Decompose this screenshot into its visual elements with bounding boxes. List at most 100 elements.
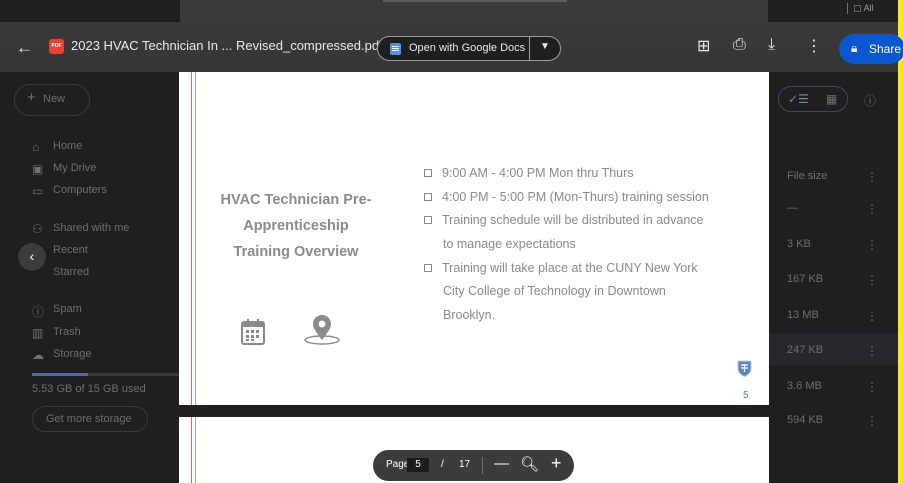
bullet-text: 4:00 PM - 5:00 PM (Mon-Thurs) training s… (442, 190, 709, 204)
pdf-file-icon: PDF (49, 39, 64, 54)
more-icon[interactable]: ⋮ (866, 202, 878, 216)
previous-file-button[interactable]: ‹ (18, 243, 46, 271)
more-icon[interactable]: ⋮ (866, 344, 878, 358)
share-label: Share (869, 42, 902, 56)
file-size: 594 KB (787, 414, 824, 426)
bullet-text: City College of Technology in Downtown (443, 284, 666, 298)
bullet-item: Training schedule will be distributed in… (424, 213, 704, 227)
dropdown-caret-icon[interactable]: ▼ (540, 41, 550, 52)
open-with-label: Open with Google Docs (409, 42, 526, 54)
bullet-text: to manage expectations (443, 237, 576, 251)
nav-recent[interactable]: Recent (53, 244, 88, 256)
checkbox-bullet-icon (424, 169, 432, 177)
file-size: 3.6 MB (787, 380, 822, 392)
nav-storage[interactable]: Storage (53, 348, 92, 360)
print-icon[interactable]: ⎙ (733, 36, 746, 54)
bullet-text: 9:00 AM - 4:00 PM Mon thru Thurs (442, 166, 634, 180)
get-storage-label: Get more storage (46, 413, 132, 425)
bullet-text: Training schedule will be distributed in… (442, 213, 704, 227)
previous-page-button-edge (383, 0, 567, 2)
file-size: — (787, 202, 798, 214)
bullet-text: Brooklyn. (443, 308, 496, 322)
more-icon[interactable]: ⋮ (866, 414, 878, 428)
more-actions-icon[interactable]: ⋮ (806, 36, 822, 56)
previous-page-edge (180, 0, 768, 22)
page-zoom-control: Page 5 / 17 — 🔍︎ + (373, 450, 574, 481)
file-size-header: File size (787, 170, 828, 182)
all-items-button[interactable]: │ ▢ All (845, 3, 874, 14)
bullet-item: Training will take place at the CUNY New… (424, 261, 698, 275)
folder-icon: │ ▢ (845, 3, 864, 13)
zoom-in-icon[interactable]: + (551, 453, 562, 474)
cloud-icon: ☁ (32, 348, 44, 362)
chevron-left-icon: ‹ (29, 248, 35, 264)
button-divider (529, 37, 530, 60)
nav-home[interactable]: Home (53, 140, 82, 152)
more-icon[interactable]: ⋮ (866, 380, 878, 394)
all-items-label: All (863, 3, 874, 13)
page-number: 5 (743, 390, 749, 401)
more-icon[interactable]: ⋮ (866, 309, 878, 323)
page-margin-line (195, 72, 196, 405)
location-pin-icon (304, 315, 340, 345)
shared-icon: ⚇ (32, 222, 43, 236)
open-with-google-docs-button[interactable]: Open with Google Docs ▼ (377, 36, 561, 61)
storage-used: 5.53 GB of 15 GB used (32, 383, 146, 395)
back-arrow-icon[interactable]: ← (16, 38, 33, 58)
file-size: 13 MB (787, 309, 819, 321)
share-button[interactable]: 🔒︎ Share (839, 34, 903, 64)
college-shield-logo (737, 360, 752, 377)
page-label: Page (386, 459, 410, 470)
current-page-input[interactable]: 5 (407, 458, 429, 472)
more-icon[interactable]: ⋮ (866, 273, 878, 287)
file-size: 247 KB (787, 344, 824, 356)
drive-icon: ▣ (32, 162, 44, 176)
page-margin-line (191, 72, 192, 405)
slide-title-line: HVAC Technician Pre- (220, 192, 372, 208)
slide-title-line: Training Overview (233, 244, 359, 260)
zoom-out-icon[interactable]: — (494, 455, 509, 472)
checkbox-bullet-icon (424, 193, 432, 201)
home-icon: ⌂ (32, 140, 40, 154)
zoom-divider (482, 457, 483, 474)
window-edge-highlight (898, 0, 903, 483)
storage-bar (32, 373, 182, 376)
list-view-icon: ✓☰ (788, 92, 809, 106)
bullet-text: Training will take place at the CUNY New… (442, 261, 698, 275)
download-icon[interactable]: ⤓ (768, 36, 775, 54)
grid-view-icon: ▦ (826, 92, 838, 106)
slide-title: HVAC Technician Pre- Apprenticeship Trai… (207, 187, 385, 265)
bullet-item: 9:00 AM - 4:00 PM Mon thru Thurs (424, 166, 634, 180)
storage-bar-fill (32, 373, 88, 376)
zoom-magnifier-icon[interactable]: 🔍︎ (520, 455, 539, 473)
more-icon[interactable]: ⋮ (866, 238, 878, 252)
more-icon[interactable]: ⋮ (866, 170, 878, 184)
page-margin-line (195, 417, 196, 483)
total-pages: 17 (459, 459, 471, 470)
nav-starred[interactable]: Starred (53, 266, 89, 278)
file-name: 2023 HVAC Technician In ... Revised_comp… (71, 38, 383, 53)
nav-computers[interactable]: Computers (53, 184, 107, 196)
nav-spam[interactable]: Spam (53, 303, 82, 315)
google-docs-icon (390, 43, 401, 55)
calendar-icon (241, 319, 265, 345)
plus-icon: + (27, 89, 36, 106)
page-separator: / (441, 459, 444, 470)
add-comment-icon[interactable]: ⊞ (697, 36, 710, 56)
new-button-label: New (43, 93, 66, 105)
file-size: 167 KB (787, 273, 824, 285)
file-size: 3 KB (787, 238, 811, 250)
trash-icon: ▥ (32, 326, 44, 340)
checkbox-bullet-icon (424, 264, 432, 272)
info-icon: ⓘ (864, 94, 877, 108)
nav-shared[interactable]: Shared with me (53, 222, 129, 234)
lock-icon: 🔒︎ (851, 41, 858, 55)
spam-icon: ⓘ (32, 305, 45, 319)
nav-trash[interactable]: Trash (53, 326, 81, 338)
bullet-item: 4:00 PM - 5:00 PM (Mon-Thurs) training s… (424, 190, 709, 204)
slide-title-line: Apprenticeship (243, 218, 349, 234)
page-margin-line (191, 417, 192, 483)
computer-icon: ▭ (32, 184, 44, 198)
checkbox-bullet-icon (424, 216, 432, 224)
nav-my-drive[interactable]: My Drive (53, 162, 96, 174)
